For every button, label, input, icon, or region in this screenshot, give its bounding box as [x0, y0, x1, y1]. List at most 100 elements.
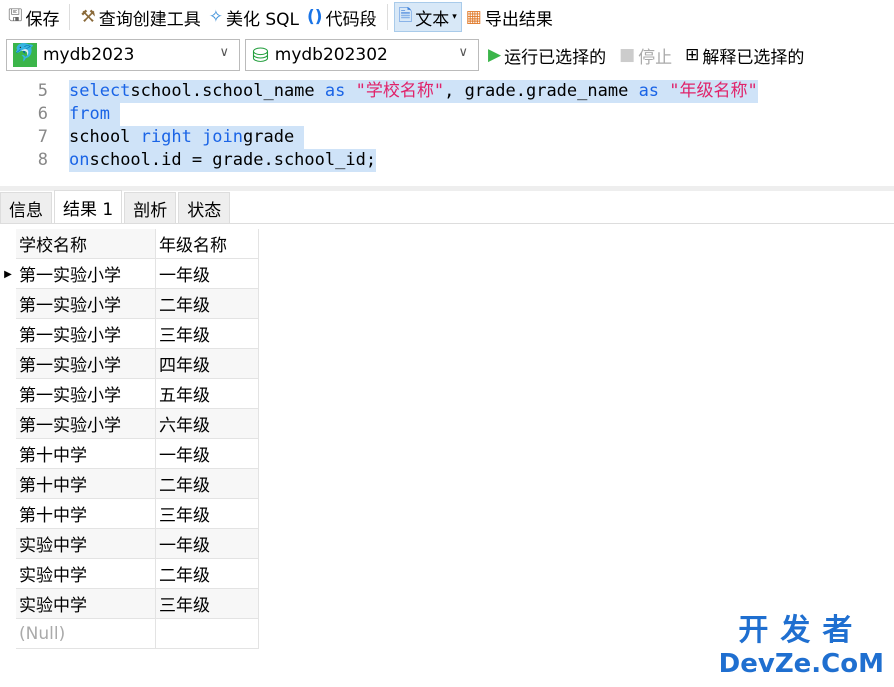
table-cell[interactable]: 二年级: [156, 559, 259, 589]
code-token: grade: [243, 127, 295, 147]
code-token: right join: [140, 127, 244, 147]
table-row[interactable]: 实验中学 一年级: [0, 529, 259, 559]
code-line: from: [69, 103, 121, 126]
mysql-icon: 🐬: [13, 43, 37, 67]
table-cell[interactable]: 实验中学: [16, 559, 156, 589]
chevron-down-icon: ∨: [458, 45, 468, 60]
beautify-sql-button[interactable]: ✧ 美化 SQL: [205, 2, 303, 32]
table-cell[interactable]: 第一实验小学: [16, 349, 156, 379]
line-number: 8: [37, 150, 48, 170]
code-token: school: [69, 127, 141, 147]
table-cell[interactable]: 第一实验小学: [16, 379, 156, 409]
table-row[interactable]: 实验中学 二年级: [0, 559, 259, 589]
code-line: school right joingrade: [69, 126, 305, 149]
table-cell[interactable]: [156, 619, 259, 649]
table-row[interactable]: 第一实验小学 四年级: [0, 349, 259, 379]
watermark-logo: 开发者 DevZe.CoM: [718, 613, 884, 679]
table-row[interactable]: 第十中学 一年级: [0, 439, 259, 469]
parentheses-icon: (): [307, 7, 323, 27]
table-row[interactable]: 第一实验小学 六年级: [0, 409, 259, 439]
line-number: 6: [37, 104, 48, 124]
magic-wand-icon: ✧: [208, 7, 223, 27]
table-row[interactable]: 第一实验小学 三年级: [0, 319, 259, 349]
save-icon: 🖫: [8, 5, 23, 26]
sql-editor[interactable]: 5 selectschool.school_name as "学校名称", gra…: [0, 80, 894, 186]
table-cell[interactable]: 第十中学: [16, 499, 156, 529]
column-header[interactable]: 年级名称: [156, 229, 259, 259]
explain-selected-button[interactable]: ⊞ 解释已选择的: [681, 40, 808, 70]
server-select[interactable]: 🐬 mydb2023 ∨: [6, 39, 240, 71]
table-cell[interactable]: 一年级: [156, 439, 259, 469]
code-token: as: [324, 81, 346, 101]
code-token: "年级名称": [659, 81, 758, 101]
table-cell[interactable]: 五年级: [156, 379, 259, 409]
table-row[interactable]: (Null): [0, 619, 259, 649]
code-token: school.id = grade.school_id;: [89, 150, 377, 170]
splitter[interactable]: [0, 186, 894, 191]
code-line: onschool.id = grade.school_id;: [69, 149, 377, 172]
hammer-icon: ⚒: [80, 7, 96, 27]
code-token: as: [638, 81, 660, 101]
table-cell[interactable]: 六年级: [156, 409, 259, 439]
line-number: 7: [37, 127, 48, 147]
export-table-icon: ▦: [465, 7, 482, 27]
query-builder-button[interactable]: ⚒ 查询创建工具: [76, 2, 204, 32]
divider: [386, 4, 388, 30]
code-token: from: [69, 104, 110, 124]
table-cell[interactable]: 实验中学: [16, 529, 156, 559]
code-token: on: [69, 150, 90, 170]
code-token: school.school_name: [130, 81, 325, 101]
document-icon: 🗎: [398, 5, 413, 26]
save-button[interactable]: 🖫 保存: [4, 2, 63, 32]
toolbar: 🖫 保存 ⚒ 查询创建工具 ✧ 美化 SQL () 代码段 🗎 文本 ▾ ▦ 导出结果: [0, 0, 894, 34]
table-row[interactable]: 第十中学 三年级: [0, 499, 259, 529]
divider: [69, 4, 71, 30]
tab-profile[interactable]: 剖析: [124, 192, 177, 223]
database-select[interactable]: ⛁ mydb202302 ∨: [245, 39, 479, 71]
table-cell[interactable]: (Null): [16, 619, 156, 649]
line-number: 5: [37, 81, 48, 101]
code-snippet-button[interactable]: () 代码段: [303, 2, 381, 32]
text-mode-button[interactable]: 🗎 文本 ▾: [393, 2, 462, 32]
table-cell[interactable]: 第一实验小学: [16, 259, 156, 289]
table-row[interactable]: 第十中学 二年级: [0, 469, 259, 499]
stop-button[interactable]: ■ 停止: [615, 40, 676, 70]
current-row-indicator-icon: ▶: [4, 268, 12, 280]
table-cell[interactable]: 第一实验小学: [16, 409, 156, 439]
tab-result-1[interactable]: 结果 1: [54, 190, 123, 223]
table-cell[interactable]: 第一实验小学: [16, 319, 156, 349]
play-icon: ▶: [488, 45, 502, 65]
table-row[interactable]: ▶ 第一实验小学 一年级: [0, 259, 259, 289]
dropdown-arrow-icon[interactable]: ▾: [452, 12, 457, 22]
result-grid: 学校名称 年级名称 ▶ 第一实验小学 一年级 第一实验小学 二年级 第一实验小学 三年级 第一…: [0, 229, 259, 649]
code-token: , grade.grade_name: [444, 81, 639, 101]
code-token: select: [69, 81, 131, 101]
table-cell[interactable]: 三年级: [156, 589, 259, 619]
table-cell[interactable]: 实验中学: [16, 589, 156, 619]
run-selected-button[interactable]: ▶ 运行已选择的: [484, 40, 610, 70]
table-row[interactable]: 第一实验小学 五年级: [0, 379, 259, 409]
table-cell[interactable]: 二年级: [156, 469, 259, 499]
database-icon: ⛁: [252, 43, 269, 67]
table-cell[interactable]: 三年级: [156, 319, 259, 349]
code-line: selectschool.school_name as "学校名称", grad…: [69, 80, 758, 103]
table-cell[interactable]: 第十中学: [16, 469, 156, 499]
export-results-button[interactable]: ▦ 导出结果: [462, 2, 557, 32]
result-tabs: 信息 结果 1 剖析 状态: [0, 190, 894, 224]
table-cell[interactable]: 第一实验小学: [16, 289, 156, 319]
table-cell[interactable]: 四年级: [156, 349, 259, 379]
tab-info[interactable]: 信息: [0, 192, 52, 223]
column-header[interactable]: 学校名称: [16, 229, 156, 259]
table-cell[interactable]: 三年级: [156, 499, 259, 529]
table-row[interactable]: 第一实验小学 二年级: [0, 289, 259, 319]
table-cell[interactable]: 一年级: [156, 529, 259, 559]
table-row[interactable]: 实验中学 三年级: [0, 589, 259, 619]
table-cell[interactable]: 一年级: [156, 259, 259, 289]
code-token: "学校名称": [345, 81, 445, 101]
chevron-down-icon: ∨: [219, 45, 229, 60]
table-cell[interactable]: 第十中学: [16, 439, 156, 469]
table-cell[interactable]: 二年级: [156, 289, 259, 319]
tab-status[interactable]: 状态: [178, 192, 231, 223]
grid-header: 学校名称 年级名称: [0, 229, 259, 259]
explain-tree-icon: ⊞: [685, 45, 700, 65]
